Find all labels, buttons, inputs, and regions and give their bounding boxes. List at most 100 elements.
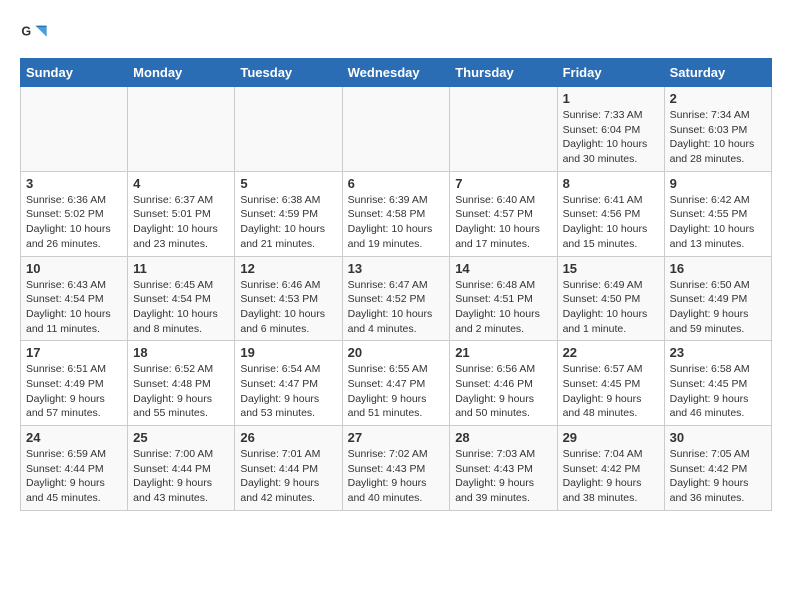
logo-icon: G (20, 20, 48, 48)
day-info: Sunrise: 6:39 AM Sunset: 4:58 PM Dayligh… (348, 193, 445, 252)
calendar-week-4: 24 Sunrise: 6:59 AM Sunset: 4:44 PM Dayli… (21, 426, 772, 511)
day-number: 14 (455, 261, 551, 276)
calendar-header-tuesday: Tuesday (235, 59, 342, 87)
calendar-cell-0-1 (128, 87, 235, 172)
calendar-week-3: 17 Sunrise: 6:51 AM Sunset: 4:49 PM Dayli… (21, 341, 772, 426)
day-info: Sunrise: 6:51 AM Sunset: 4:49 PM Dayligh… (26, 362, 122, 421)
calendar-cell-1-5: 8 Sunrise: 6:41 AM Sunset: 4:56 PM Daylig… (557, 171, 664, 256)
calendar: SundayMondayTuesdayWednesdayThursdayFrid… (20, 58, 772, 511)
day-info: Sunrise: 7:33 AM Sunset: 6:04 PM Dayligh… (563, 108, 659, 167)
day-info: Sunrise: 7:00 AM Sunset: 4:44 PM Dayligh… (133, 447, 229, 506)
day-info: Sunrise: 7:02 AM Sunset: 4:43 PM Dayligh… (348, 447, 445, 506)
day-info: Sunrise: 6:36 AM Sunset: 5:02 PM Dayligh… (26, 193, 122, 252)
calendar-header-row: SundayMondayTuesdayWednesdayThursdayFrid… (21, 59, 772, 87)
calendar-cell-2-3: 13 Sunrise: 6:47 AM Sunset: 4:52 PM Dayli… (342, 256, 450, 341)
calendar-cell-0-2 (235, 87, 342, 172)
header: G (20, 20, 772, 48)
day-info: Sunrise: 6:48 AM Sunset: 4:51 PM Dayligh… (455, 278, 551, 337)
day-number: 12 (240, 261, 336, 276)
calendar-cell-4-6: 30 Sunrise: 7:05 AM Sunset: 4:42 PM Dayli… (664, 426, 771, 511)
day-info: Sunrise: 6:57 AM Sunset: 4:45 PM Dayligh… (563, 362, 659, 421)
day-info: Sunrise: 6:38 AM Sunset: 4:59 PM Dayligh… (240, 193, 336, 252)
day-info: Sunrise: 6:58 AM Sunset: 4:45 PM Dayligh… (670, 362, 766, 421)
calendar-cell-1-1: 4 Sunrise: 6:37 AM Sunset: 5:01 PM Daylig… (128, 171, 235, 256)
calendar-cell-3-4: 21 Sunrise: 6:56 AM Sunset: 4:46 PM Dayli… (450, 341, 557, 426)
calendar-cell-2-2: 12 Sunrise: 6:46 AM Sunset: 4:53 PM Dayli… (235, 256, 342, 341)
calendar-cell-2-5: 15 Sunrise: 6:49 AM Sunset: 4:50 PM Dayli… (557, 256, 664, 341)
day-info: Sunrise: 6:45 AM Sunset: 4:54 PM Dayligh… (133, 278, 229, 337)
day-info: Sunrise: 6:42 AM Sunset: 4:55 PM Dayligh… (670, 193, 766, 252)
day-number: 6 (348, 176, 445, 191)
day-info: Sunrise: 6:49 AM Sunset: 4:50 PM Dayligh… (563, 278, 659, 337)
day-number: 24 (26, 430, 122, 445)
calendar-cell-4-0: 24 Sunrise: 6:59 AM Sunset: 4:44 PM Dayli… (21, 426, 128, 511)
calendar-cell-3-2: 19 Sunrise: 6:54 AM Sunset: 4:47 PM Dayli… (235, 341, 342, 426)
day-number: 21 (455, 345, 551, 360)
day-info: Sunrise: 6:43 AM Sunset: 4:54 PM Dayligh… (26, 278, 122, 337)
day-number: 8 (563, 176, 659, 191)
calendar-cell-3-3: 20Sunrise: 6:55 AM Sunset: 4:47 PM Dayli… (342, 341, 450, 426)
day-number: 22 (563, 345, 659, 360)
day-info: Sunrise: 7:05 AM Sunset: 4:42 PM Dayligh… (670, 447, 766, 506)
day-number: 4 (133, 176, 229, 191)
logo: G (20, 20, 52, 48)
day-info: Sunrise: 7:04 AM Sunset: 4:42 PM Dayligh… (563, 447, 659, 506)
calendar-cell-3-1: 18Sunrise: 6:52 AM Sunset: 4:48 PM Dayli… (128, 341, 235, 426)
day-number: 19 (240, 345, 336, 360)
day-info: Sunrise: 6:40 AM Sunset: 4:57 PM Dayligh… (455, 193, 551, 252)
day-number: 15 (563, 261, 659, 276)
calendar-cell-2-4: 14 Sunrise: 6:48 AM Sunset: 4:51 PM Dayli… (450, 256, 557, 341)
day-number: 25 (133, 430, 229, 445)
calendar-cell-4-5: 29Sunrise: 7:04 AM Sunset: 4:42 PM Dayli… (557, 426, 664, 511)
calendar-header-friday: Friday (557, 59, 664, 87)
day-info: Sunrise: 6:50 AM Sunset: 4:49 PM Dayligh… (670, 278, 766, 337)
day-number: 7 (455, 176, 551, 191)
calendar-header-sunday: Sunday (21, 59, 128, 87)
day-info: Sunrise: 7:34 AM Sunset: 6:03 PM Dayligh… (670, 108, 766, 167)
day-info: Sunrise: 6:59 AM Sunset: 4:44 PM Dayligh… (26, 447, 122, 506)
day-info: Sunrise: 6:55 AM Sunset: 4:47 PM Dayligh… (348, 362, 445, 421)
day-number: 9 (670, 176, 766, 191)
calendar-week-1: 3 Sunrise: 6:36 AM Sunset: 5:02 PM Daylig… (21, 171, 772, 256)
calendar-cell-1-6: 9 Sunrise: 6:42 AM Sunset: 4:55 PM Daylig… (664, 171, 771, 256)
calendar-cell-0-5: 1Sunrise: 7:33 AM Sunset: 6:04 PM Daylig… (557, 87, 664, 172)
calendar-week-0: 1Sunrise: 7:33 AM Sunset: 6:04 PM Daylig… (21, 87, 772, 172)
day-number: 5 (240, 176, 336, 191)
calendar-cell-1-4: 7 Sunrise: 6:40 AM Sunset: 4:57 PM Daylig… (450, 171, 557, 256)
day-number: 10 (26, 261, 122, 276)
day-number: 23 (670, 345, 766, 360)
day-number: 13 (348, 261, 445, 276)
calendar-header-wednesday: Wednesday (342, 59, 450, 87)
calendar-cell-3-5: 22 Sunrise: 6:57 AM Sunset: 4:45 PM Dayli… (557, 341, 664, 426)
day-number: 3 (26, 176, 122, 191)
calendar-cell-1-0: 3 Sunrise: 6:36 AM Sunset: 5:02 PM Daylig… (21, 171, 128, 256)
day-info: Sunrise: 7:03 AM Sunset: 4:43 PM Dayligh… (455, 447, 551, 506)
calendar-cell-0-6: 2 Sunrise: 7:34 AM Sunset: 6:03 PM Daylig… (664, 87, 771, 172)
calendar-cell-1-3: 6 Sunrise: 6:39 AM Sunset: 4:58 PM Daylig… (342, 171, 450, 256)
day-info: Sunrise: 6:46 AM Sunset: 4:53 PM Dayligh… (240, 278, 336, 337)
calendar-cell-3-0: 17 Sunrise: 6:51 AM Sunset: 4:49 PM Dayli… (21, 341, 128, 426)
svg-text:G: G (21, 24, 31, 38)
day-info: Sunrise: 7:01 AM Sunset: 4:44 PM Dayligh… (240, 447, 336, 506)
day-number: 16 (670, 261, 766, 276)
calendar-cell-2-0: 10 Sunrise: 6:43 AM Sunset: 4:54 PM Dayli… (21, 256, 128, 341)
day-number: 30 (670, 430, 766, 445)
calendar-cell-0-0 (21, 87, 128, 172)
day-info: Sunrise: 6:41 AM Sunset: 4:56 PM Dayligh… (563, 193, 659, 252)
day-info: Sunrise: 6:56 AM Sunset: 4:46 PM Dayligh… (455, 362, 551, 421)
day-info: Sunrise: 6:52 AM Sunset: 4:48 PM Dayligh… (133, 362, 229, 421)
day-number: 17 (26, 345, 122, 360)
calendar-cell-3-6: 23 Sunrise: 6:58 AM Sunset: 4:45 PM Dayli… (664, 341, 771, 426)
calendar-cell-2-6: 16 Sunrise: 6:50 AM Sunset: 4:49 PM Dayli… (664, 256, 771, 341)
day-number: 28 (455, 430, 551, 445)
day-info: Sunrise: 6:37 AM Sunset: 5:01 PM Dayligh… (133, 193, 229, 252)
day-number: 2 (670, 91, 766, 106)
day-info: Sunrise: 6:54 AM Sunset: 4:47 PM Dayligh… (240, 362, 336, 421)
day-number: 26 (240, 430, 336, 445)
day-info: Sunrise: 6:47 AM Sunset: 4:52 PM Dayligh… (348, 278, 445, 337)
calendar-header-thursday: Thursday (450, 59, 557, 87)
calendar-cell-4-3: 27Sunrise: 7:02 AM Sunset: 4:43 PM Dayli… (342, 426, 450, 511)
calendar-week-2: 10 Sunrise: 6:43 AM Sunset: 4:54 PM Dayli… (21, 256, 772, 341)
calendar-cell-1-2: 5 Sunrise: 6:38 AM Sunset: 4:59 PM Daylig… (235, 171, 342, 256)
calendar-header-monday: Monday (128, 59, 235, 87)
